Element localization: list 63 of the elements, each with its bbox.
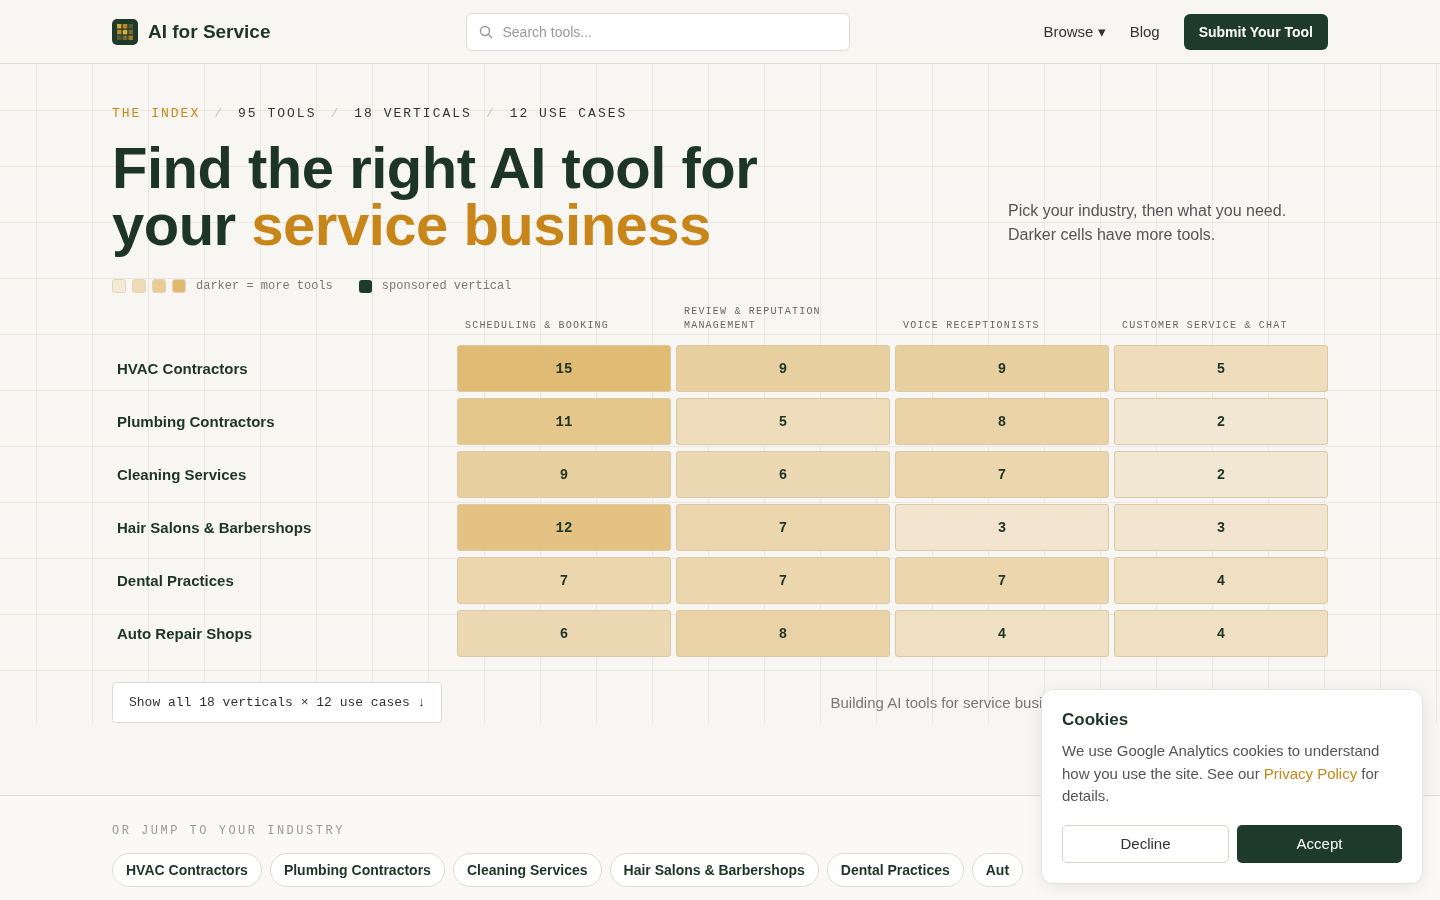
matrix-cell[interactable]: 3 [1114, 504, 1328, 551]
breadcrumb-separator: / [485, 106, 496, 121]
legend-label: darker = more tools [196, 279, 333, 293]
breadcrumb-separator: / [330, 106, 341, 121]
row-label[interactable]: Auto Repair Shops [112, 625, 452, 642]
industry-chip[interactable]: HVAC Contractors [112, 853, 262, 887]
subtitle: Pick your industry, then what you need. Darker cells have more tools. [1008, 201, 1288, 245]
matrix-cell[interactable]: 6 [676, 451, 890, 498]
industry-chip[interactable]: Dental Practices [826, 853, 964, 887]
industry-chip[interactable]: Cleaning Services [452, 853, 602, 887]
matrix-cell[interactable]: 3 [895, 504, 1109, 551]
row-label[interactable]: Cleaning Services [112, 466, 452, 483]
matrix-cell[interactable]: 4 [895, 610, 1109, 657]
matrix-cell[interactable]: 7 [676, 504, 890, 551]
industry-chip[interactable]: Aut [971, 853, 1024, 887]
industry-chip[interactable]: Plumbing Contractors [269, 853, 445, 887]
matrix-cell[interactable]: 9 [676, 345, 890, 392]
matrix-cell[interactable]: 7 [895, 557, 1109, 604]
matrix-cell[interactable]: 7 [676, 557, 890, 604]
accept-button[interactable]: Accept [1237, 824, 1402, 863]
decline-button[interactable]: Decline [1062, 824, 1229, 863]
row-label[interactable]: HVAC Contractors [112, 360, 452, 377]
matrix-cell[interactable]: 5 [1114, 345, 1328, 392]
matrix-cell[interactable]: 7 [457, 557, 671, 604]
matrix-cell[interactable]: 2 [1114, 398, 1328, 445]
column-header: VOICE RECEPTIONISTS [902, 319, 1041, 333]
matrix-cell[interactable]: 15 [457, 345, 671, 392]
breadcrumb-item: 12 USE CASES [509, 106, 628, 121]
matrix-cell[interactable]: 6 [457, 610, 671, 657]
matrix-cell[interactable]: 2 [1114, 451, 1328, 498]
logo-icon [112, 18, 138, 45]
matrix-cell[interactable]: 8 [895, 398, 1109, 445]
breadcrumb-item: 18 VERTICALS [354, 106, 472, 121]
row-label[interactable]: Dental Practices [112, 572, 452, 589]
breadcrumb-item: 95 TOOLS [238, 106, 317, 121]
matrix-cell[interactable]: 7 [895, 451, 1109, 498]
nav-link[interactable]: Browse ▾ [1043, 22, 1106, 41]
legend-label: sponsored vertical [381, 279, 512, 293]
nav-link[interactable]: Blog [1129, 23, 1160, 40]
column-header: CUSTOMER SERVICE & CHAT [1121, 319, 1289, 333]
matrix-cell[interactable]: 8 [676, 610, 890, 657]
column-header: REVIEW & REPUTATION MANAGEMENT [683, 305, 822, 333]
industry-chip[interactable]: Hair Salons & Barbershops [609, 853, 819, 887]
matrix-cell[interactable]: 4 [1114, 557, 1328, 604]
matrix-cell[interactable]: 5 [676, 398, 890, 445]
show-all-button[interactable]: Show all 18 verticals × 12 use cases ↓ [112, 682, 443, 723]
column-header: SCHEDULING & BOOKING [464, 319, 611, 333]
matrix-cell[interactable]: 9 [895, 345, 1109, 392]
matrix-cell[interactable]: 11 [457, 398, 671, 445]
matrix-cell[interactable]: 12 [457, 504, 671, 551]
search-field[interactable]: Search tools... [465, 12, 850, 51]
logo-text[interactable]: AI for Service [148, 20, 271, 43]
breadcrumb-item: THE INDEX [112, 106, 201, 121]
submit-tool-button[interactable]: Submit Your Tool [1183, 13, 1328, 50]
footer-text: Building AI tools for service busi [830, 694, 1043, 711]
matrix-cell[interactable]: 9 [457, 451, 671, 498]
breadcrumb-separator: / [214, 106, 225, 121]
cookie-text: We use Google Analytics cookies to understand how you use the site. See our Privacy Policy for details. [1062, 741, 1381, 806]
matrix-cell[interactable]: 4 [1114, 610, 1328, 657]
section-label: OR JUMP TO YOUR INDUSTRY [112, 824, 345, 838]
row-label[interactable]: Plumbing Contractors [112, 413, 452, 430]
row-label[interactable]: Hair Salons & Barbershops [112, 519, 452, 536]
cookie-title: Cookies [1062, 710, 1130, 730]
